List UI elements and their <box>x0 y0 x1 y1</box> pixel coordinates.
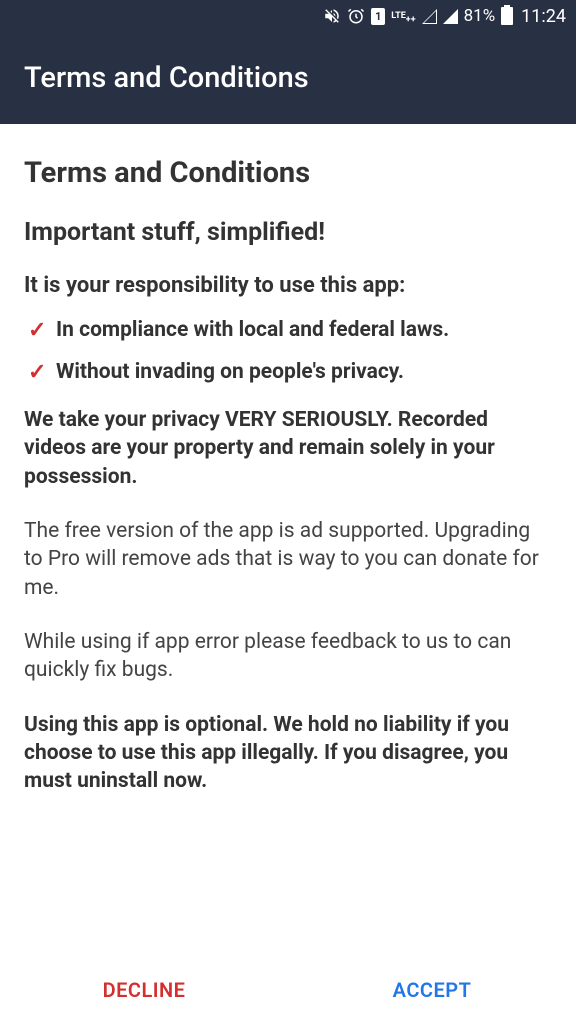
main-content: Terms and Conditions Important stuff, si… <box>0 124 576 956</box>
mute-icon <box>323 7 341 25</box>
lte-icon: LTE++ <box>391 8 415 24</box>
accept-button[interactable]: ACCEPT <box>288 962 576 1018</box>
privacy-paragraph: We take your privacy VERY SERIOUSLY. Rec… <box>24 406 552 491</box>
battery-percentage: 81% <box>464 6 496 26</box>
free-version-paragraph: The free version of the app is ad suppor… <box>24 517 552 602</box>
liability-paragraph: Using this app is optional. We hold no l… <box>24 711 552 796</box>
content-heading: Terms and Conditions <box>24 156 552 190</box>
alarm-icon <box>347 7 365 25</box>
sim-icon: 1 <box>371 8 385 25</box>
responsibility-list: In compliance with local and federal law… <box>24 318 552 384</box>
responsibility-title: It is your responsibility to use this ap… <box>24 273 552 298</box>
signal-2-icon <box>443 9 458 24</box>
list-item: In compliance with local and federal law… <box>56 318 552 342</box>
app-bar: Terms and Conditions <box>0 32 576 124</box>
decline-button[interactable]: DECLINE <box>0 962 288 1018</box>
content-subheading: Important stuff, simplified! <box>24 218 552 247</box>
feedback-paragraph: While using if app error please feedback… <box>24 628 552 685</box>
list-item: Without invading on people's privacy. <box>56 360 552 384</box>
battery-icon <box>501 7 513 25</box>
status-bar: 1 LTE++ 81% 11:24 <box>0 0 576 32</box>
footer-buttons: DECLINE ACCEPT <box>0 956 576 1024</box>
page-title: Terms and Conditions <box>24 61 309 95</box>
clock-time: 11:24 <box>521 6 566 27</box>
signal-1-icon <box>422 9 437 24</box>
